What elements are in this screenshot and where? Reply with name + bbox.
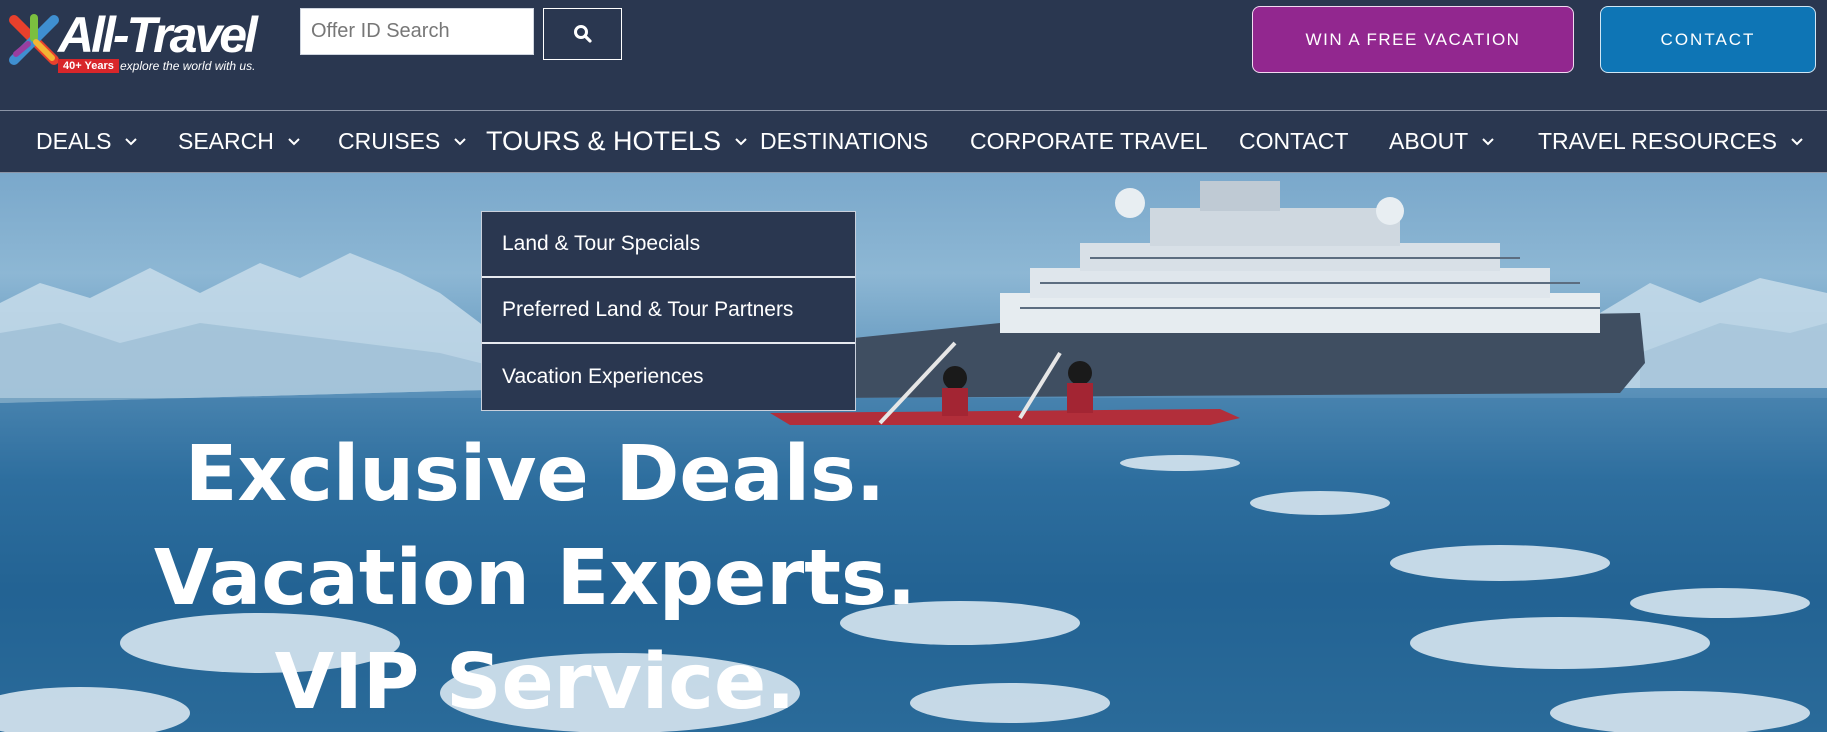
nav-item-deals[interactable]: DEALS [36,111,139,172]
nav-item-label: TOURS & HOTELS [486,126,722,156]
nav-item-label: ABOUT [1389,128,1469,154]
menu-item-land-tour-specials[interactable]: Land & Tour Specials [482,212,855,278]
hero-line-3: VIP Service. [274,638,796,727]
nav-item-label: CORPORATE TRAVEL [970,128,1208,154]
nav-item-label: SEARCH [178,128,274,154]
logo[interactable]: All-Travel 40+ Years explore the world w… [8,7,258,82]
search-button[interactable] [543,8,622,60]
hero-banner: Exclusive Deals. Vacation Experts. VIP S… [0,173,1827,732]
hero-headline: Exclusive Deals. Vacation Experts. VIP S… [0,423,1070,732]
menu-item-vacation-experiences[interactable]: Vacation Experiences [482,344,855,410]
nav-item-travel-resources[interactable]: TRAVEL RESOURCES [1538,111,1805,172]
chevron-down-icon [1791,137,1803,145]
nav-item-destinations[interactable]: DESTINATIONS [760,111,928,172]
nav-item-about[interactable]: ABOUT [1389,111,1496,172]
logo-years-badge: 40+ Years [58,59,119,73]
logo-x-icon [9,14,59,65]
nav-item-label: CONTACT [1239,128,1349,154]
win-free-vacation-button[interactable]: WIN A FREE VACATION [1252,6,1574,73]
chevron-down-icon [735,137,747,145]
menu-item-preferred-partners[interactable]: Preferred Land & Tour Partners [482,278,855,344]
nav-item-contact[interactable]: CONTACT [1239,111,1348,172]
search-icon [573,25,592,43]
nav-item-search[interactable]: SEARCH [178,111,302,172]
logo-tagline: explore the world with us. [120,59,256,73]
nav-item-label: TRAVEL RESOURCES [1538,128,1777,154]
logo-wordmark: All-Travel [58,7,258,63]
main-nav: DEALS SEARCH CRUISES TOURS & HOTELS DEST… [0,110,1827,173]
nav-item-corporate-travel[interactable]: CORPORATE TRAVEL [970,111,1208,172]
hero-line-2: Vacation Experts. [153,534,917,623]
chevron-down-icon [1482,137,1494,145]
hero-line-1: Exclusive Deals. [184,430,886,519]
chevron-down-icon [454,137,466,145]
site-header: All-Travel 40+ Years explore the world w… [0,0,1827,110]
nav-item-label: DEALS [36,128,112,154]
contact-button[interactable]: CONTACT [1600,6,1816,73]
nav-item-label: CRUISES [338,128,441,154]
nav-item-tours-hotels[interactable]: TOURS & HOTELS [486,111,749,172]
chevron-down-icon [288,137,300,145]
offer-id-search-input[interactable] [300,8,534,55]
chevron-down-icon [125,137,138,145]
tours-hotels-dropdown-menu: Land & Tour Specials Preferred Land & To… [481,211,856,411]
nav-item-label: DESTINATIONS [760,128,929,154]
nav-item-cruises[interactable]: CRUISES [338,111,468,172]
